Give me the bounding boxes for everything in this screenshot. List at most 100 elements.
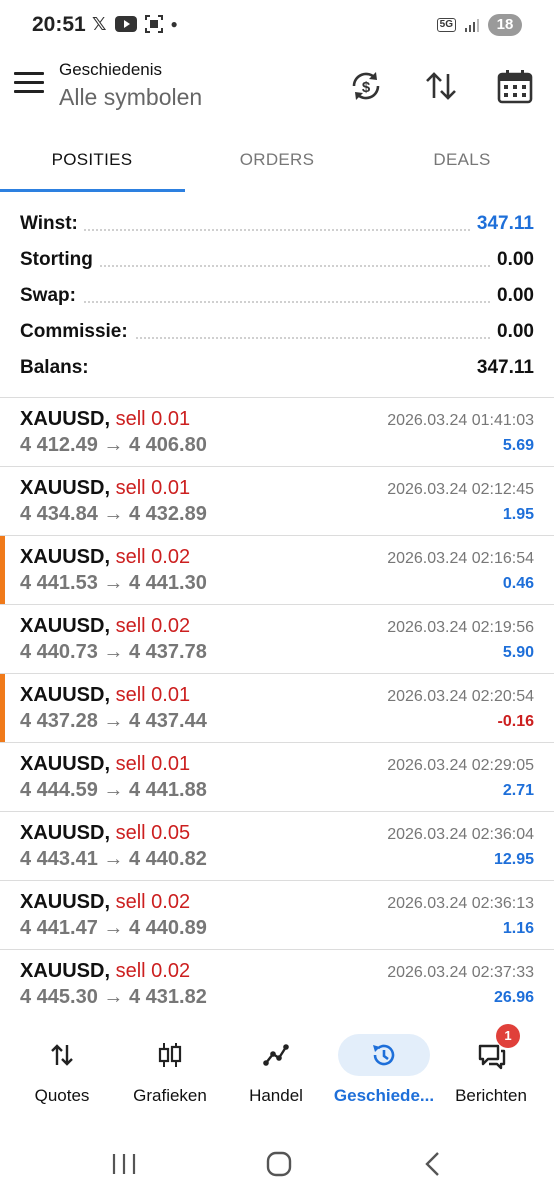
- network-5g-icon: 5G: [436, 18, 456, 32]
- calendar-icon[interactable]: [495, 66, 535, 106]
- deal-symbol: XAUUSD,: [20, 546, 111, 568]
- youtube-icon: [114, 16, 137, 32]
- tab-positions[interactable]: POSITIES: [0, 132, 184, 194]
- nav-label: Geschiede...: [333, 1086, 435, 1105]
- nav-charts[interactable]: Grafieken: [115, 1020, 225, 1120]
- nav-quotes[interactable]: Quotes: [7, 1020, 117, 1120]
- quotes-icon: [51, 1044, 73, 1066]
- commission-value: 0.00: [491, 321, 534, 343]
- deal-prices: 4 441.47 → 4 440.89: [20, 917, 207, 939]
- tab-orders[interactable]: ORDERS: [185, 132, 369, 194]
- active-tab-indicator: [0, 189, 185, 192]
- history-tabs: POSITIES ORDERS DEALS: [0, 132, 554, 194]
- deal-symbol: XAUUSD,: [20, 684, 111, 706]
- list-item[interactable]: XAUUSD, sell 0.02 4 445.30 → 4 431.82 20…: [0, 950, 554, 1010]
- nav-trade[interactable]: Handel: [221, 1020, 331, 1120]
- deal-symbol: XAUUSD,: [20, 891, 111, 913]
- deal-time: 2026.03.24 01:41:03: [387, 412, 534, 429]
- nav-icon-container: [16, 1034, 108, 1076]
- deposit-value: 0.00: [491, 249, 534, 271]
- positions-list: XAUUSD, sell 0.01 4 412.49 → 4 406.80 20…: [0, 398, 554, 1010]
- deal-side: sell 0.02: [115, 615, 191, 637]
- page-title: Geschiedenis: [59, 60, 163, 79]
- deal-prices: 4 437.28 → 4 437.44: [20, 710, 207, 732]
- list-item[interactable]: XAUUSD, sell 0.01 4 412.49 → 4 406.80 20…: [0, 398, 554, 467]
- notification-icons: 𝕏 ●: [92, 14, 178, 34]
- deal-time: 2026.03.24 02:37:33: [387, 964, 534, 981]
- history-currency-icon[interactable]: $: [346, 66, 386, 106]
- nav-history[interactable]: Geschiede...: [329, 1020, 439, 1120]
- summary-row-commission: Commissie: 0.00: [0, 313, 554, 349]
- deal-profit: 12.95: [493, 851, 534, 868]
- dot-icon: ●: [170, 17, 178, 31]
- menu-icon-line: [14, 90, 44, 93]
- history-icon: [373, 1044, 395, 1066]
- deal-profit: 1.16: [502, 920, 534, 937]
- list-item[interactable]: XAUUSD, sell 0.01 4 444.59 → 4 441.88 20…: [0, 743, 554, 812]
- nav-icon-container: [124, 1034, 216, 1076]
- deal-profit: 5.69: [502, 437, 534, 454]
- deal-prices: 4 441.53 → 4 441.30: [20, 572, 207, 594]
- deal-symbol: XAUUSD,: [20, 753, 111, 775]
- menu-icon-line: [14, 72, 44, 75]
- deal-symbol-line: XAUUSD, sell 0.01: [20, 684, 190, 707]
- list-item[interactable]: XAUUSD, sell 0.02 4 441.53 → 4 441.30 20…: [0, 536, 554, 605]
- home-icon[interactable]: [259, 1148, 299, 1180]
- summary-panel: Winst: 347.11 Storting 0.00 Swap: 0.00 C…: [0, 205, 554, 385]
- nav-icon-container: [338, 1034, 430, 1076]
- deal-symbol-line: XAUUSD, sell 0.02: [20, 891, 190, 914]
- back-icon[interactable]: [414, 1148, 454, 1180]
- nav-label: Berichten: [455, 1086, 527, 1105]
- candlestick-icon: [158, 1043, 182, 1067]
- deal-profit: 0.46: [502, 575, 534, 592]
- deal-time: 2026.03.24 02:19:56: [387, 619, 534, 636]
- balance-value: 347.11: [470, 357, 534, 379]
- deal-profit: 5.90: [502, 644, 534, 661]
- battery-indicator: 18: [488, 14, 522, 36]
- trade-icon: [263, 1044, 289, 1066]
- screenshot-icon: [144, 15, 163, 33]
- summary-row-balance: Balans: 347.11: [0, 349, 554, 385]
- deal-time: 2026.03.24 02:36:13: [387, 895, 534, 912]
- list-item[interactable]: XAUUSD, sell 0.02 4 440.73 → 4 437.78 20…: [0, 605, 554, 674]
- deal-prices: 4 440.73 → 4 437.78: [20, 641, 207, 663]
- deal-time: 2026.03.24 02:36:04: [387, 826, 534, 843]
- status-bar: 20:51 𝕏 ● 5G 18: [0, 0, 554, 52]
- list-item[interactable]: XAUUSD, sell 0.01 4 437.28 → 4 437.44 20…: [0, 674, 554, 743]
- deal-symbol-line: XAUUSD, sell 0.01: [20, 477, 190, 500]
- deal-side: sell 0.02: [115, 891, 191, 913]
- deal-symbol: XAUUSD,: [20, 477, 111, 499]
- dotted-leader: [20, 301, 534, 303]
- system-navigation-bar: [0, 1130, 554, 1200]
- deal-prices: 4 412.49 → 4 406.80: [20, 434, 207, 456]
- deal-symbol: XAUUSD,: [20, 615, 111, 637]
- tab-deals[interactable]: DEALS: [370, 132, 554, 194]
- sort-icon[interactable]: [421, 66, 461, 106]
- deal-prices: 4 434.84 → 4 432.89: [20, 503, 207, 525]
- deal-profit: 2.71: [502, 782, 534, 799]
- symbol-filter[interactable]: Alle symbolen: [59, 84, 202, 111]
- profit-value: 347.11: [470, 213, 534, 235]
- list-item[interactable]: XAUUSD, sell 0.01 4 434.84 → 4 432.89 20…: [0, 467, 554, 536]
- recent-apps-icon[interactable]: [104, 1148, 144, 1180]
- list-item[interactable]: XAUUSD, sell 0.02 4 441.47 → 4 440.89 20…: [0, 881, 554, 950]
- deal-symbol-line: XAUUSD, sell 0.01: [20, 753, 190, 776]
- list-item[interactable]: XAUUSD, sell 0.05 4 443.41 → 4 440.82 20…: [0, 812, 554, 881]
- summary-row-swap: Swap: 0.00: [0, 277, 554, 313]
- deal-time: 2026.03.24 02:20:54: [387, 688, 534, 705]
- signal-icon: [465, 19, 479, 32]
- deal-prices: 4 445.30 → 4 431.82: [20, 986, 207, 1008]
- menu-button[interactable]: [14, 72, 44, 96]
- deal-symbol: XAUUSD,: [20, 960, 111, 982]
- swap-label: Swap:: [20, 285, 82, 307]
- deal-symbol: XAUUSD,: [20, 822, 111, 844]
- deal-symbol-line: XAUUSD, sell 0.02: [20, 960, 190, 983]
- svg-text:$: $: [362, 79, 371, 96]
- nav-messages[interactable]: 1 Berichten: [436, 1020, 546, 1120]
- deal-profit: 26.96: [493, 989, 534, 1006]
- deal-symbol-line: XAUUSD, sell 0.05: [20, 822, 190, 845]
- deal-symbol-line: XAUUSD, sell 0.02: [20, 615, 190, 638]
- bottom-navigation: Quotes Grafieken Handel Geschiede... 1 B…: [0, 1020, 554, 1120]
- deal-time: 2026.03.24 02:29:05: [387, 757, 534, 774]
- deal-prices: 4 444.59 → 4 441.88: [20, 779, 207, 801]
